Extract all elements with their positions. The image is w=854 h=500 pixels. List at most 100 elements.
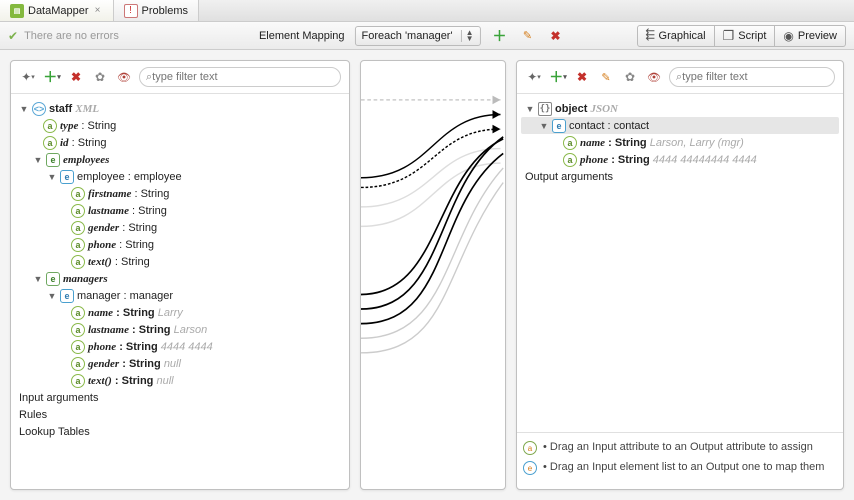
node-employee[interactable]: ▼ e employee : employee [15,168,345,185]
foreach-label: Foreach 'manager' [362,30,453,42]
attr-icon: a [71,238,85,252]
attr-icon: a [71,204,85,218]
node-object[interactable]: ▼ {} object JSON [521,100,839,117]
node-emp-lastname[interactable]: alastname : String [15,202,345,219]
attr-icon: a [43,136,57,150]
no-errors-text: There are no errors [24,30,119,42]
attr-icon: a [71,357,85,371]
node-output-arguments[interactable]: Output arguments [521,168,839,185]
settings-button[interactable]: ✿ [91,68,109,86]
node-mgr-name[interactable]: aname : String Larry [15,304,345,321]
output-search[interactable]: ⌕ [669,67,835,87]
add-button[interactable]: ＋▾ [43,68,61,86]
attr-icon: a [71,255,85,269]
check-icon: ✔ [8,29,18,43]
expand-icon[interactable]: ▼ [19,104,29,114]
node-out-name[interactable]: aname : String Larson, Larry (mgr) [521,134,839,151]
hide-button[interactable]: 👁 [645,68,663,86]
node-label: text() : String [88,256,150,268]
add-button[interactable]: ＋▾ [549,68,567,86]
node-rules[interactable]: Rules [15,406,345,423]
node-staff-id[interactable]: a id : String [15,134,345,151]
problems-tab-icon: ! [124,4,138,18]
input-search-field[interactable] [152,71,334,83]
node-label: phone : String [88,239,154,251]
edit-mapping-button[interactable]: ✎ [519,27,537,45]
input-search[interactable]: ⌕ [139,67,341,87]
view-graphical-button[interactable]: ⬱ Graphical [637,25,715,47]
tab-problems[interactable]: ! Problems [114,0,199,21]
foreach-dropdown[interactable]: Foreach 'manager' ▲▼ [355,26,481,46]
node-employees[interactable]: ▼ e employees [15,151,345,168]
expand-icon[interactable]: ▼ [33,155,43,165]
attr-icon: a [71,323,85,337]
expand-icon[interactable]: ▼ [525,104,535,114]
node-input-arguments[interactable]: Input arguments [15,389,345,406]
output-search-field[interactable] [682,71,828,83]
hint-elem-text: • Drag an Input element list to an Outpu… [543,461,824,473]
settings-button[interactable]: ✿ [621,68,639,86]
node-label: name : String Larry [88,307,183,319]
output-tree[interactable]: ▼ {} object JSON ▼ e contact : contact a… [517,94,843,432]
attr-icon: a [71,306,85,320]
hide-button[interactable]: 👁 [115,68,133,86]
node-emp-firstname[interactable]: afirstname : String [15,185,345,202]
view-script-button[interactable]: ❐ Script [715,25,776,47]
node-label: phone : String 4444 44444444 4444 [580,154,757,166]
node-manager[interactable]: ▼ e manager : manager [15,287,345,304]
node-label: object JSON [555,103,618,115]
hints-area: a • Drag an Input attribute to an Output… [517,432,843,489]
node-label: lastname : String Larson [88,324,207,336]
node-label: firstname : String [88,188,169,200]
xml-icon: <> [32,102,46,116]
expand-icon[interactable]: ▼ [539,121,549,131]
node-label: Lookup Tables [19,426,90,438]
node-label: Output arguments [525,171,613,183]
node-staff[interactable]: ▼ <> staff XML [15,100,345,117]
node-lookup-tables[interactable]: Lookup Tables [15,423,345,440]
node-mgr-text[interactable]: atext() : String null [15,372,345,389]
hint-attr-text: • Drag an Input attribute to an Output a… [543,441,813,453]
mapping-lines [361,61,505,489]
expand-icon[interactable]: ▼ [47,172,57,182]
node-mgr-phone[interactable]: aphone : String 4444 4444 [15,338,345,355]
node-mgr-gender[interactable]: agender : String null [15,355,345,372]
expand-icon[interactable]: ▼ [47,291,57,301]
node-staff-type[interactable]: a type : String [15,117,345,134]
close-icon[interactable]: × [93,6,103,16]
element-icon: e [60,289,74,303]
input-tree[interactable]: ▼ <> staff XML a type : String a id : St… [11,94,349,489]
preview-label: Preview [798,30,837,42]
node-mgr-lastname[interactable]: alastname : String Larson [15,321,345,338]
node-emp-text[interactable]: atext() : String [15,253,345,270]
node-label: name : String Larson, Larry (mgr) [580,137,744,149]
input-panel: ✦▾ ＋▾ ✖ ✿ 👁 ⌕ ▼ <> staff XML a type : St… [10,60,350,490]
element-icon: e [60,170,74,184]
node-managers[interactable]: ▼ e managers [15,270,345,287]
node-label: employees [63,154,109,166]
attr-icon: a [563,153,577,167]
node-emp-phone[interactable]: aphone : String [15,236,345,253]
node-emp-gender[interactable]: agender : String [15,219,345,236]
script-icon: ❐ [723,28,735,44]
delete-mapping-button[interactable]: ✖ [547,27,565,45]
graphical-icon: ⬱ [646,29,655,42]
node-out-phone[interactable]: aphone : String 4444 44444444 4444 [521,151,839,168]
editor-tabs: ▤ DataMapper × ! Problems [0,0,854,22]
dropdown-arrows-icon: ▲▼ [461,30,474,42]
wand-button[interactable]: ✦▾ [19,68,37,86]
node-contact[interactable]: ▼ e contact : contact [521,117,839,134]
view-preview-button[interactable]: ◉ Preview [775,25,846,47]
expand-icon[interactable]: ▼ [33,274,43,284]
node-label: id : String [60,137,106,149]
node-label: Input arguments [19,392,99,404]
add-mapping-button[interactable]: ＋ [491,27,509,45]
edit-button[interactable]: ✎ [597,68,615,86]
delete-button[interactable]: ✖ [67,68,85,86]
mapping-canvas[interactable] [360,60,506,490]
delete-button[interactable]: ✖ [573,68,591,86]
tab-datamapper[interactable]: ▤ DataMapper × [0,0,114,21]
node-label: manager : manager [77,290,173,302]
wand-button[interactable]: ✦▾ [525,68,543,86]
eye-icon: ◉ [783,29,793,43]
